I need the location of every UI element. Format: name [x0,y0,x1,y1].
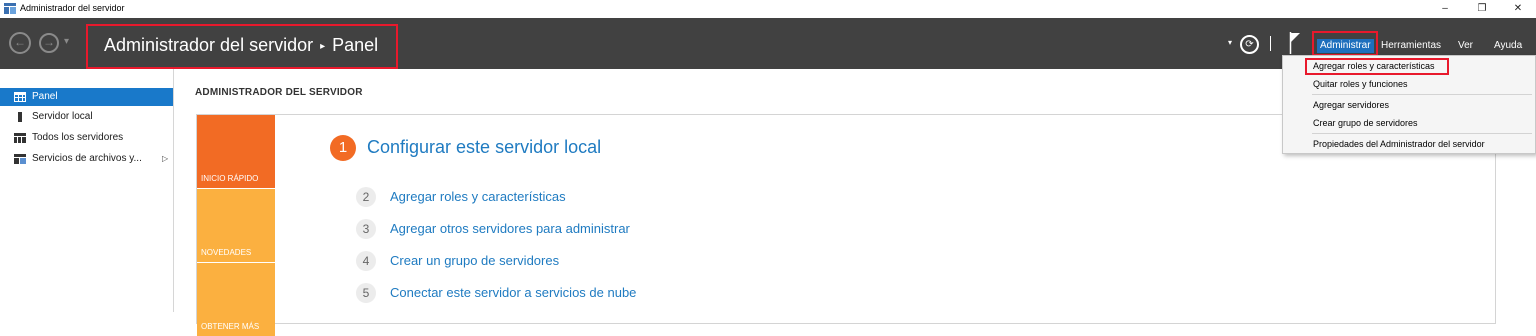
breadcrumb-page: Panel [332,35,379,55]
tile-inicio-rapido[interactable]: INICIO RÁPIDO [197,115,275,188]
minimize-button[interactable]: – [1430,0,1460,18]
tile-label: INICIO RÁPIDO [201,174,259,183]
administrar-dropdown-menu: Agregar roles y características Quitar r… [1282,55,1536,154]
step-number: 2 [356,187,376,207]
sidebar-item-todos-servidores[interactable]: Todos los servidores [0,129,173,147]
tile-obtener-mas[interactable]: OBTENER MÁS [197,263,275,336]
close-button[interactable]: ✕ [1503,0,1533,18]
server-icon [18,112,22,122]
sidebar: Panel Servidor local Todos los servidore… [0,69,174,312]
sidebar-item-servicios-archivos[interactable]: Servicios de archivos y... ▷ [0,150,173,168]
tile-novedades[interactable]: NOVEDADES [197,189,275,262]
agregar-roles-link[interactable]: Agregar roles y características [390,189,566,204]
window-title: Administrador del servidor [20,3,125,13]
menu-ver[interactable]: Ver [1455,39,1476,53]
expand-arrow-icon[interactable]: ▷ [162,150,168,168]
tile-label: OBTENER MÁS [201,322,260,331]
forward-icon[interactable]: → [39,33,59,53]
sidebar-item-label: Todos los servidores [32,132,124,143]
sidebar-item-panel[interactable]: Panel [0,88,173,106]
tile-label: NOVEDADES [201,248,252,257]
menu-item-propiedades[interactable]: Propiedades del Administrador del servid… [1313,139,1485,149]
dashboard-icon [14,92,26,102]
menu-item-crear-grupo[interactable]: Crear grupo de servidores [1313,118,1418,128]
file-services-icon [14,154,26,164]
menu-item-agregar-servidores[interactable]: Agregar servidores [1313,100,1389,110]
title-bar: Administrador del servidor – ❐ ✕ [0,0,1536,18]
crear-grupo-link[interactable]: Crear un grupo de servidores [390,253,559,268]
menu-item-agregar-roles[interactable]: Agregar roles y características [1313,61,1435,71]
servers-icon [14,133,26,143]
step-number: 5 [356,283,376,303]
agregar-servidores-link[interactable]: Agregar otros servidores para administra… [390,221,630,236]
menu-herramientas[interactable]: Herramientas [1378,39,1444,53]
step-number: 4 [356,251,376,271]
sidebar-item-servidor-local[interactable]: Servidor local [0,108,173,126]
step-number: 3 [356,219,376,239]
page-title: ADMINISTRADOR DEL SERVIDOR [195,87,363,98]
menu-item-quitar-roles[interactable]: Quitar roles y funciones [1313,79,1408,89]
sidebar-item-label: Servicios de archivos y... [32,153,142,164]
refresh-icon[interactable]: ⟳ [1240,35,1259,54]
conectar-nube-link[interactable]: Conectar este servidor a servicios de nu… [390,285,636,300]
history-dropdown-icon[interactable]: ▾ [64,36,69,47]
menu-separator [1312,94,1532,95]
configurar-servidor-link[interactable]: Configurar este servidor local [367,137,601,158]
header-divider [1270,36,1271,51]
menu-separator [1312,133,1532,134]
breadcrumb-root[interactable]: Administrador del servidor [104,35,313,55]
step-number-1: 1 [330,135,356,161]
menu-administrar[interactable]: Administrar [1317,39,1374,53]
breadcrumb: Administrador del servidor ▸ Panel [104,35,378,56]
server-manager-app-icon [4,3,16,14]
sidebar-item-label: Panel [32,91,58,102]
breadcrumb-separator-icon: ▸ [320,41,326,52]
restore-button[interactable]: ❐ [1467,0,1497,18]
menu-ayuda[interactable]: Ayuda [1491,39,1525,53]
refresh-dropdown-icon[interactable]: ▾ [1228,38,1232,47]
flag-icon[interactable] [1289,32,1301,54]
sidebar-item-label: Servidor local [32,111,93,122]
back-icon[interactable]: ← [9,32,31,54]
